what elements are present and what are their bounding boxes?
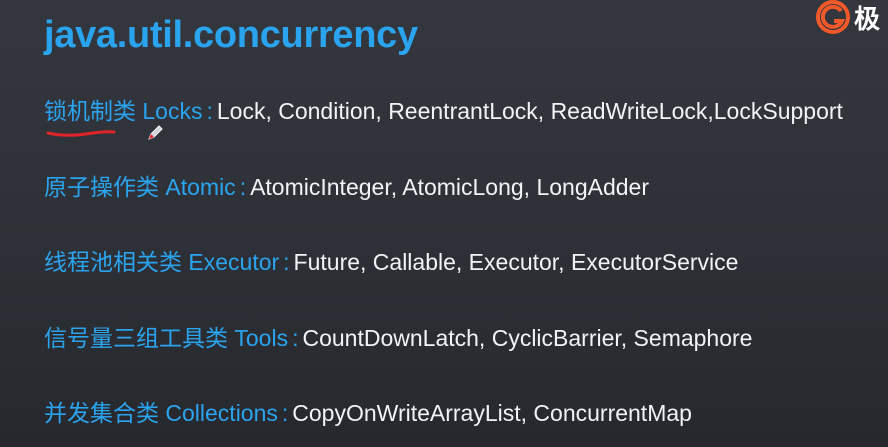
- row-atomic: 原子操作类 Atomic: AtomicInteger, AtomicLong, …: [44, 172, 649, 202]
- logo-text: 极: [854, 4, 881, 35]
- row-items: AtomicInteger, AtomicLong, LongAdder: [250, 174, 649, 200]
- row-category: 信号量三组工具类 Tools: [44, 325, 289, 351]
- row-collections: 并发集合类 Collections: CopyOnWriteArrayList, …: [44, 398, 692, 428]
- row-category: 原子操作类 Atomic: [44, 174, 236, 200]
- row-separator: :: [292, 325, 299, 351]
- row-executor: 线程池相关类 Executor: Future, Callable, Execut…: [44, 247, 738, 277]
- row-locks: 锁机制类 Locks: Lock, Condition, ReentrantLoc…: [44, 96, 843, 126]
- row-category: 锁机制类 Locks: [44, 98, 203, 124]
- row-separator: :: [281, 400, 289, 426]
- row-category: 线程池相关类 Executor: [44, 249, 280, 275]
- row-separator: :: [283, 249, 290, 275]
- row-category: 并发集合类 Collections: [44, 400, 278, 426]
- row-items: Lock, Condition, ReentrantLock, ReadWrit…: [216, 98, 843, 124]
- pen-cursor-icon: [148, 125, 163, 140]
- logo-g-icon: G: [816, 0, 850, 34]
- row-items: Future, Callable, Executor, ExecutorServ…: [293, 249, 739, 275]
- row-tools: 信号量三组工具类 Tools: CountDownLatch, CyclicBar…: [44, 323, 752, 353]
- row-items: CountDownLatch, CyclicBarrier, Semaphore: [302, 325, 753, 351]
- red-underline-annotation: [46, 130, 116, 137]
- slide-title: java.util.concurrency: [44, 14, 418, 56]
- row-separator: :: [206, 98, 213, 124]
- slide: java.util.concurrency G 极 锁机制类 Locks:Loc…: [0, 0, 888, 447]
- row-separator: :: [239, 174, 247, 200]
- brand-logo: G 极: [814, 0, 881, 35]
- row-items: CopyOnWriteArrayList, ConcurrentMap: [292, 400, 692, 426]
